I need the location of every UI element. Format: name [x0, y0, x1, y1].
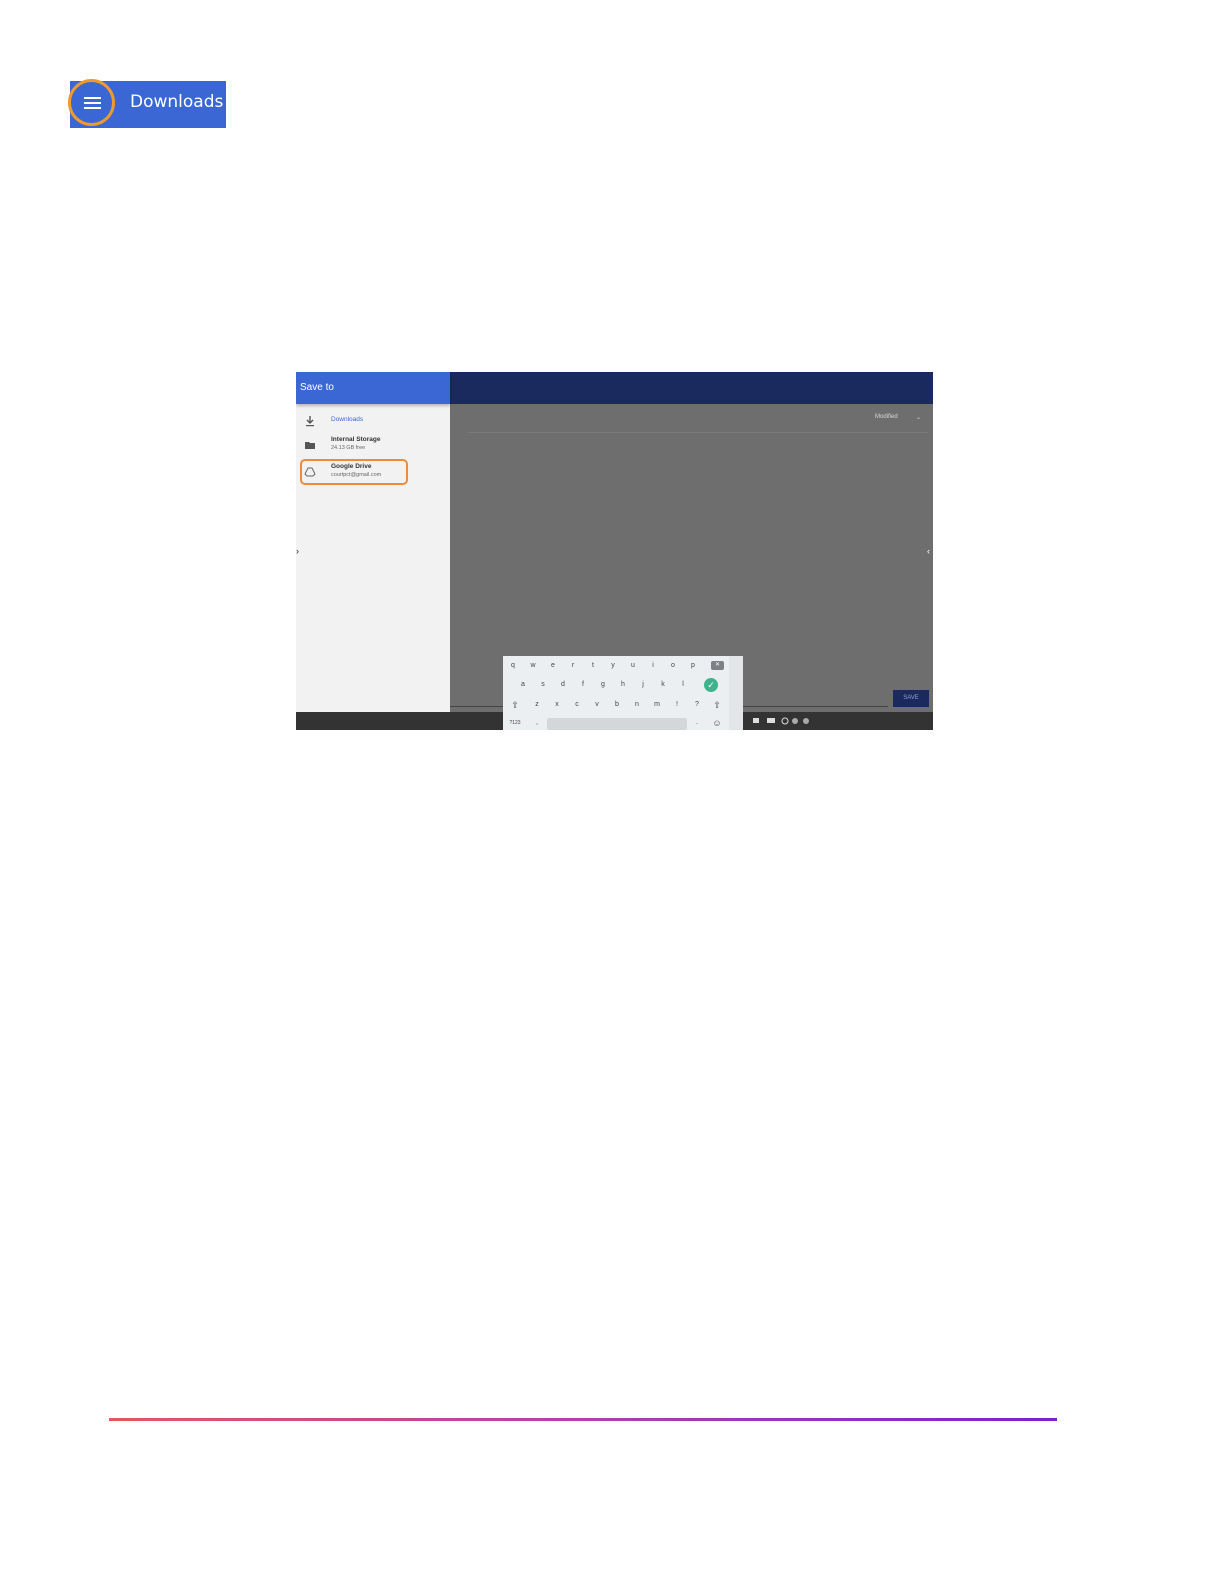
- key-l[interactable]: l: [673, 678, 693, 692]
- key-symbols[interactable]: ?123: [505, 716, 525, 730]
- emoji-icon[interactable]: ☺: [707, 716, 727, 730]
- space-bar[interactable]: [547, 718, 687, 730]
- keyboard-row-1: q w e r t y u i o p: [503, 659, 743, 673]
- save-to-drawer: Save to Downloads Internal Storage 24.13…: [296, 372, 450, 712]
- key-o[interactable]: o: [663, 659, 683, 673]
- on-screen-keyboard: q w e r t y u i o p ✕ a s d f g h j k l …: [503, 656, 743, 730]
- backspace-key-icon[interactable]: ✕: [711, 661, 724, 670]
- key-q[interactable]: q: [503, 659, 523, 673]
- drawer-title: Save to: [300, 382, 334, 393]
- drawer-header: Save to: [296, 372, 450, 404]
- save-button[interactable]: SAVE: [893, 690, 929, 707]
- key-d[interactable]: d: [553, 678, 573, 692]
- key-p[interactable]: p: [683, 659, 703, 673]
- key-m[interactable]: m: [647, 698, 667, 712]
- enter-check-icon[interactable]: ✓: [704, 678, 718, 692]
- key-comma[interactable]: ,: [527, 716, 547, 730]
- shift-right-icon[interactable]: ⇧: [707, 698, 727, 712]
- key-f[interactable]: f: [573, 678, 593, 692]
- downloads-header-bar: Downloads: [68, 79, 226, 128]
- shift-left-icon[interactable]: ⇧: [505, 698, 525, 712]
- google-drive-highlight-box: [300, 459, 408, 485]
- drawer-item-label: Downloads: [331, 416, 364, 423]
- key-z[interactable]: z: [527, 698, 547, 712]
- footer-gradient-rule: [109, 1418, 1057, 1421]
- chevron-down-icon[interactable]: ⌄: [916, 414, 921, 421]
- key-n[interactable]: n: [627, 698, 647, 712]
- key-r[interactable]: r: [563, 659, 583, 673]
- drawer-item-internal-storage[interactable]: Internal Storage 24.13 GB free: [304, 436, 444, 458]
- key-v[interactable]: v: [587, 698, 607, 712]
- download-icon: [306, 416, 314, 427]
- key-c[interactable]: c: [567, 698, 587, 712]
- key-w[interactable]: w: [523, 659, 543, 673]
- key-h[interactable]: h: [613, 678, 633, 692]
- keyboard-row-3: ⇧ z x c v b n m ! ? ⇧: [503, 698, 743, 712]
- left-edge-arrow-icon: ›: [296, 546, 299, 556]
- key-a[interactable]: a: [513, 678, 533, 692]
- save-to-screenshot: Modified ⌄ Save to Downloads Internal St…: [296, 372, 933, 730]
- system-tray-icons: [753, 717, 809, 725]
- key-i[interactable]: i: [643, 659, 663, 673]
- key-question[interactable]: ?: [687, 698, 707, 712]
- key-period[interactable]: .: [687, 716, 707, 730]
- drawer-item-downloads[interactable]: Downloads: [304, 412, 444, 434]
- drawer-item-sub: 24.13 GB free: [331, 445, 366, 451]
- folder-icon: [305, 442, 315, 449]
- right-edge-arrow-icon: ‹: [927, 546, 930, 556]
- key-y[interactable]: y: [603, 659, 623, 673]
- key-x[interactable]: x: [547, 698, 567, 712]
- key-t[interactable]: t: [583, 659, 603, 673]
- hamburger-menu-icon[interactable]: [84, 96, 101, 110]
- key-s[interactable]: s: [533, 678, 553, 692]
- key-b[interactable]: b: [607, 698, 627, 712]
- header-title: Downloads: [130, 92, 224, 112]
- key-e[interactable]: e: [543, 659, 563, 673]
- key-exclamation[interactable]: !: [667, 698, 687, 712]
- drawer-item-label: Internal Storage: [331, 436, 381, 443]
- divider: [468, 432, 928, 433]
- key-j[interactable]: j: [633, 678, 653, 692]
- key-g[interactable]: g: [593, 678, 613, 692]
- key-k[interactable]: k: [653, 678, 673, 692]
- sort-dropdown[interactable]: Modified: [875, 414, 898, 420]
- key-u[interactable]: u: [623, 659, 643, 673]
